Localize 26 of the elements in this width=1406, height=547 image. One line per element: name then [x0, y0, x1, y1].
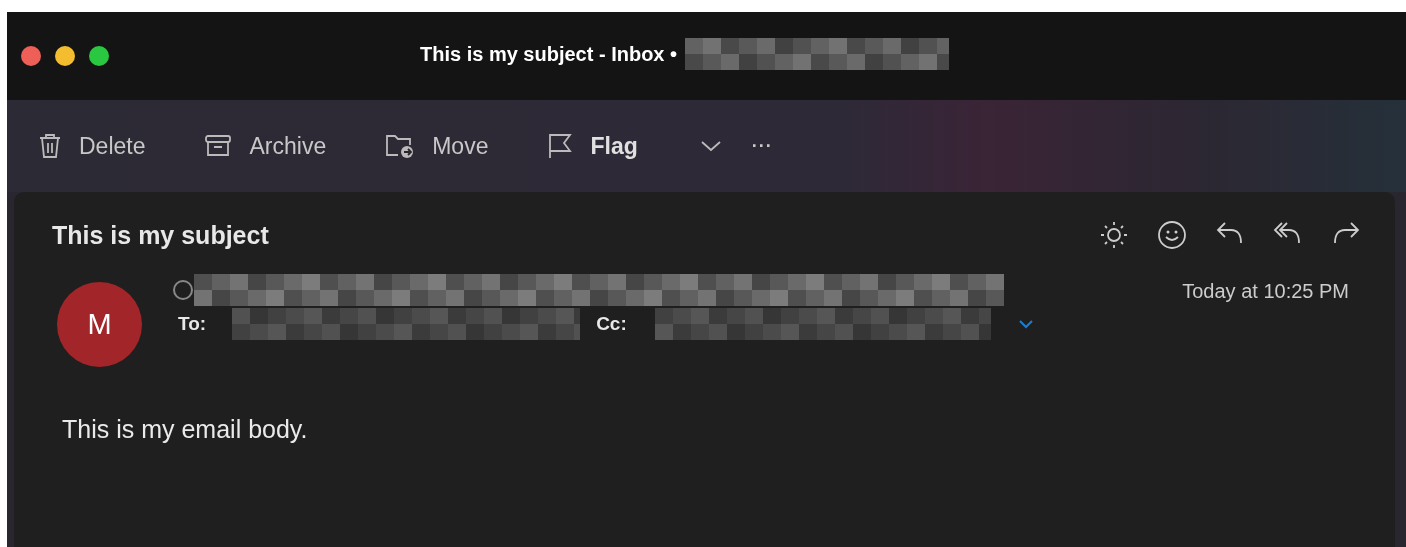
smiley-icon	[1157, 220, 1187, 250]
forward-arrow-icon	[1331, 220, 1361, 246]
delete-button[interactable]: Delete	[33, 126, 160, 166]
message-subject: This is my subject	[52, 220, 269, 250]
sun-icon	[1099, 220, 1129, 250]
window-title: This is my subject - Inbox •	[420, 42, 678, 66]
cc-label: Cc:	[595, 313, 627, 335]
avatar: M	[57, 282, 142, 367]
email-body: This is my email body.	[62, 415, 309, 444]
archive-button[interactable]: Archive	[199, 126, 341, 166]
trash-icon	[37, 132, 63, 160]
reply-arrow-icon	[1215, 220, 1245, 246]
to-label: To:	[177, 313, 207, 335]
move-button[interactable]: Move	[380, 126, 503, 166]
more-button[interactable]: ···	[743, 129, 781, 163]
chevron-down-icon	[699, 139, 722, 153]
flag-button[interactable]: Flag	[542, 126, 652, 166]
status-ring-icon	[172, 279, 194, 301]
received-time: Today at 10:25 PM	[1182, 280, 1349, 304]
minimize-button[interactable]	[55, 46, 75, 66]
close-button[interactable]	[21, 46, 41, 66]
archive-box-icon	[203, 133, 234, 159]
chevron-down-icon	[1016, 318, 1035, 330]
zoom-button[interactable]	[89, 46, 109, 66]
reply-all-arrow-icon	[1273, 220, 1303, 246]
flag-icon	[546, 132, 575, 160]
